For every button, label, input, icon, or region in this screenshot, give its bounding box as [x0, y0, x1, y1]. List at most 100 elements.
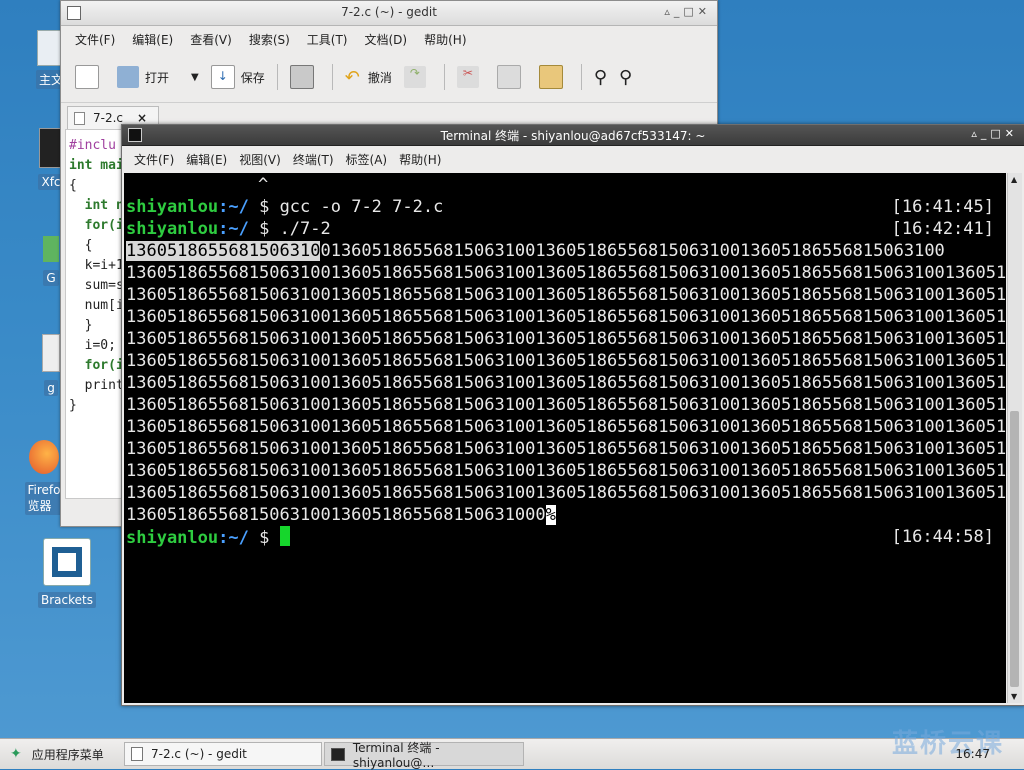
undo-label: 撤消	[367, 70, 392, 85]
toolbar-separator	[331, 64, 333, 90]
output-line: 1360518655681506310013605186556815063100…	[126, 373, 1006, 393]
menu-tabs[interactable]: 标签(A)	[346, 151, 388, 168]
prompt-symbol: $	[248, 219, 280, 239]
toolbar-separator	[443, 64, 445, 90]
gedit-titlebar[interactable]: 7-2.c (~) - gedit ▵_□✕	[61, 1, 717, 26]
save-button[interactable]: ↓ 保存	[210, 65, 265, 89]
clipboard-icon	[538, 65, 563, 89]
output-line: 1360518655681506310013605186556815063100…	[126, 329, 1006, 349]
maximize-button[interactable]: □	[683, 5, 697, 18]
open-folder-icon	[117, 66, 139, 88]
code-line: sum=s	[69, 278, 124, 293]
gedit-menubar: 文件(F) 编辑(E) 查看(V) 搜索(S) 工具(T) 文档(D) 帮助(H…	[61, 26, 717, 52]
code-line: for(i	[69, 218, 124, 233]
caret-marker: ^	[258, 175, 269, 195]
output-line: 1360518655681506310013605186556815063100…	[126, 263, 1006, 283]
output-line-first: 1360518655681506310013605186556815063100…	[126, 240, 945, 262]
task-label: Terminal 终端 - shiyanlou@…	[352, 740, 440, 770]
prompt-symbol: $	[248, 528, 280, 548]
close-button[interactable]: ✕	[1005, 127, 1018, 140]
terminal-window[interactable]: Terminal 终端 - shiyanlou@ad67cf533147: ~ …	[121, 124, 1024, 706]
menu-terminal[interactable]: 终端(T)	[293, 151, 334, 168]
task-label: 7-2.c (~) - gedit	[151, 747, 247, 761]
menu-search[interactable]: 搜索(S)	[249, 31, 290, 48]
terminal-titlebar[interactable]: Terminal 终端 - shiyanlou@ad67cf533147: ~ …	[122, 125, 1024, 146]
code-line: for(i	[69, 358, 124, 373]
minimize-button[interactable]: _	[674, 5, 684, 18]
shade-button[interactable]: ▵	[971, 127, 981, 140]
toolbar-separator	[276, 64, 278, 90]
task-terminal[interactable]: Terminal 终端 - shiyanlou@…	[324, 741, 524, 770]
menu-tools[interactable]: 工具(T)	[307, 31, 348, 48]
undo-button[interactable]: ↶ 撤消	[345, 67, 392, 88]
menu-edit[interactable]: 编辑(E)	[186, 151, 227, 168]
desktop-icon-gedit[interactable]: g	[40, 334, 62, 396]
applications-menu-button[interactable]: ✦ 应用程序菜单	[4, 742, 120, 766]
chevron-down-icon[interactable]: ▼	[191, 72, 199, 83]
replace-button[interactable]: ⚲	[619, 67, 632, 88]
scroll-down-icon[interactable]: ▼	[1011, 692, 1017, 701]
new-button[interactable]	[75, 65, 105, 89]
desktop-icon-label: Brackets	[38, 592, 96, 608]
command-text: ./7-2	[279, 219, 331, 239]
code-line: }	[69, 318, 93, 333]
scissors-icon: ✂	[456, 66, 479, 88]
open-label: 打开	[145, 70, 170, 85]
find-button[interactable]: ⚲	[594, 67, 607, 88]
copy-button[interactable]	[496, 65, 527, 89]
output-line-last: 1360518655681506310013605186556815063100…	[126, 504, 556, 526]
clock: 16:47	[955, 747, 990, 761]
output-line: 1360518655681506310013605186556815063100…	[126, 285, 1006, 305]
menu-file[interactable]: 文件(F)	[75, 31, 115, 48]
redo-button[interactable]: ↷	[403, 66, 432, 88]
output-line: 1360518655681506310013605186556815063100…	[126, 461, 1006, 481]
scroll-up-icon[interactable]: ▲	[1011, 175, 1017, 184]
menu-help[interactable]: 帮助(H)	[424, 31, 466, 48]
code-line: i=0;	[69, 338, 116, 353]
code-line: int mai	[69, 158, 124, 173]
code-line: int n	[69, 198, 124, 213]
terminal-menubar: 文件(F) 编辑(E) 视图(V) 终端(T) 标签(A) 帮助(H)	[122, 146, 1024, 172]
output-line: 1360518655681506310013605186556815063100…	[126, 417, 1006, 437]
desktop-icon-g[interactable]: G	[40, 236, 62, 286]
maximize-button[interactable]: □	[990, 127, 1004, 140]
code-editor[interactable]: #inclu int mai { int n for(i { k=i+1 sum=s…	[65, 129, 125, 499]
terminal-scrollbar[interactable]: ▲ ▼	[1007, 173, 1022, 703]
menu-help[interactable]: 帮助(H)	[399, 151, 441, 168]
desktop-icon-label: G	[43, 270, 59, 286]
applications-menu-label: 应用程序菜单	[31, 747, 104, 762]
open-button[interactable]: 打开 ▼	[117, 66, 199, 88]
desktop-icon-brackets[interactable]: Brackets	[36, 538, 98, 608]
gedit-task-icon	[131, 747, 143, 761]
desktop-icon-label: Firefo 览器	[24, 482, 64, 515]
text-editor-icon	[42, 334, 60, 372]
output-line: 1360518655681506310013605186556815063100…	[126, 351, 1006, 371]
menu-file[interactable]: 文件(F)	[134, 151, 174, 168]
close-button[interactable]: ✕	[698, 5, 711, 18]
shade-button[interactable]: ▵	[664, 5, 674, 18]
menu-edit[interactable]: 编辑(E)	[132, 31, 173, 48]
tab-close-icon[interactable]: ×	[137, 111, 147, 125]
scrollbar-thumb[interactable]	[1010, 411, 1019, 687]
desktop-icon-label: g	[44, 380, 58, 396]
window-controls: ▵_□✕	[971, 127, 1018, 140]
output-text: 0136051865568150631001360518655681506310…	[320, 241, 945, 261]
selected-text: 1360518655681506310	[126, 241, 321, 261]
undo-icon: ↶	[344, 66, 360, 88]
menu-documents[interactable]: 文档(D)	[365, 31, 408, 48]
output-text: 1360518655681506310013605186556815063100…	[126, 505, 546, 525]
redo-icon: ↷	[403, 66, 426, 88]
tab-label: 7-2.c	[93, 111, 124, 125]
code-line: print	[69, 378, 124, 393]
terminal-title: Terminal 终端 - shiyanlou@ad67cf533147: ~	[440, 129, 706, 143]
cut-button[interactable]: ✂	[456, 66, 485, 88]
no-newline-marker: %	[545, 505, 556, 525]
print-button[interactable]	[289, 65, 320, 89]
minimize-button[interactable]: _	[981, 127, 991, 140]
task-gedit[interactable]: 7-2.c (~) - gedit	[124, 742, 322, 766]
save-label: 保存	[240, 70, 265, 85]
menu-view[interactable]: 查看(V)	[190, 31, 232, 48]
menu-view[interactable]: 视图(V)	[239, 151, 281, 168]
terminal-screen[interactable]: ^ shiyanlou:~/ $ gcc -o 7-2 7-2.c [16:41…	[124, 173, 1006, 703]
paste-button[interactable]	[538, 65, 569, 89]
